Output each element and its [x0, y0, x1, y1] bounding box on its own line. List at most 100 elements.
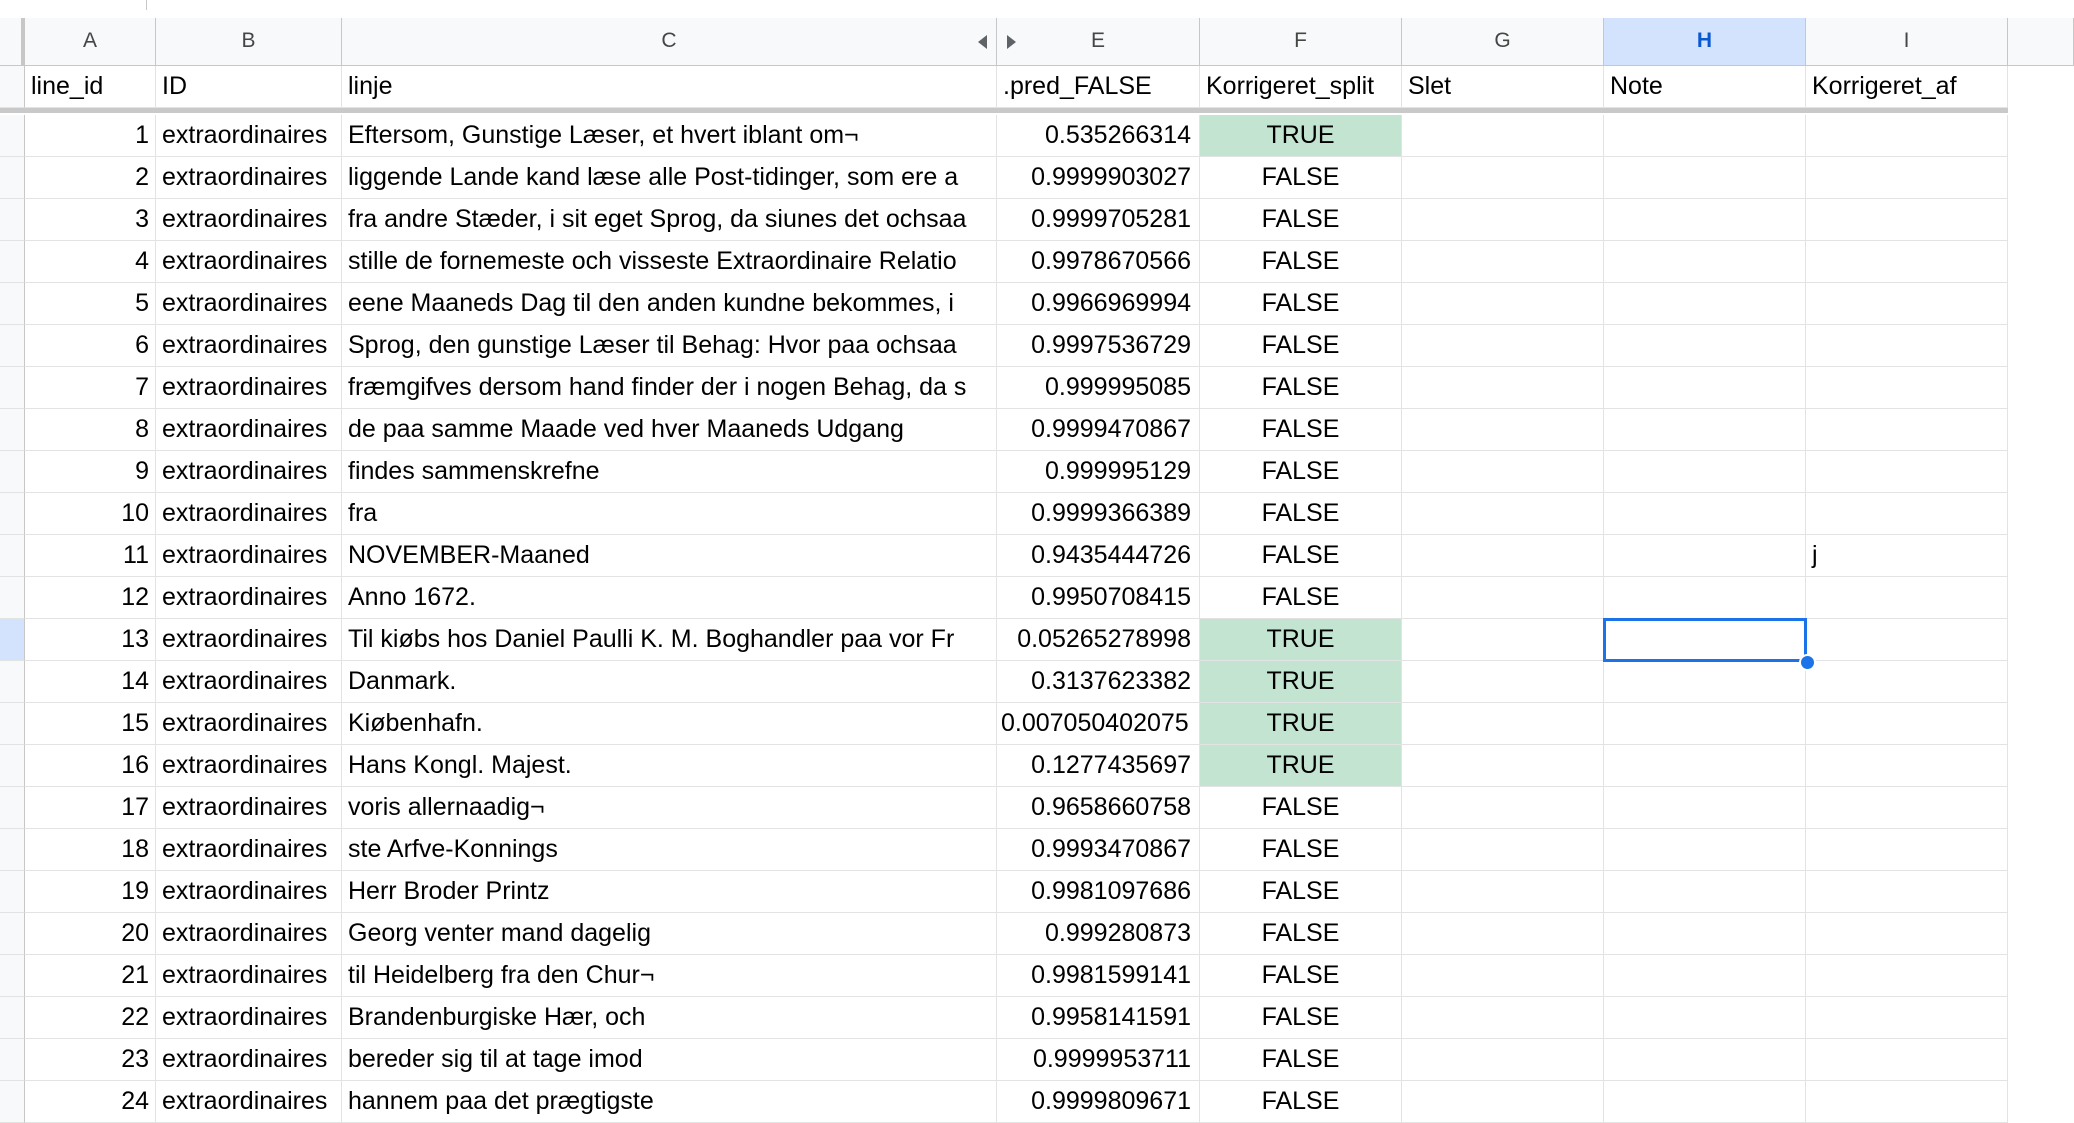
row-header[interactable] [0, 367, 25, 409]
table-cell-note[interactable] [1604, 451, 1806, 493]
table-cell-pred[interactable]: 0.9981599141 [997, 955, 1200, 997]
table-cell-id[interactable]: extraordinaires [156, 325, 342, 367]
table-cell-slet[interactable] [1402, 703, 1604, 745]
fill-handle[interactable] [1799, 654, 1816, 671]
table-cell-linje[interactable]: Danmark. [342, 661, 997, 703]
table-cell-line-id[interactable]: 8 [25, 409, 156, 451]
table-cell-slet[interactable] [1402, 1081, 1604, 1123]
table-cell-pred[interactable]: 0.9658660758 [997, 787, 1200, 829]
row-header[interactable] [0, 955, 25, 997]
table-cell-slet[interactable] [1402, 367, 1604, 409]
table-cell-line-id[interactable]: 17 [25, 787, 156, 829]
table-cell-line-id[interactable]: 7 [25, 367, 156, 409]
table-cell-id[interactable]: extraordinaires [156, 829, 342, 871]
table-cell-note[interactable] [1604, 955, 1806, 997]
table-cell-slet[interactable] [1402, 283, 1604, 325]
table-cell-linje[interactable]: Anno 1672. [342, 577, 997, 619]
column-header-e[interactable]: E [997, 18, 1200, 66]
table-cell-id[interactable]: extraordinaires [156, 955, 342, 997]
table-cell-slet[interactable] [1402, 241, 1604, 283]
table-cell-pred[interactable]: 0.999995085 [997, 367, 1200, 409]
table-cell-line-id[interactable]: 6 [25, 325, 156, 367]
row-header[interactable] [0, 493, 25, 535]
table-cell-split[interactable]: TRUE [1200, 115, 1402, 157]
table-cell-af[interactable] [1806, 199, 2008, 241]
column-label-i[interactable]: Korrigeret_af [1806, 66, 2008, 108]
table-cell-id[interactable]: extraordinaires [156, 1081, 342, 1123]
table-cell-line-id[interactable]: 9 [25, 451, 156, 493]
table-cell-line-id[interactable]: 20 [25, 913, 156, 955]
table-cell-linje[interactable]: findes sammenskrefne [342, 451, 997, 493]
table-cell-line-id[interactable]: 21 [25, 955, 156, 997]
table-cell-line-id[interactable]: 23 [25, 1039, 156, 1081]
table-cell-af[interactable] [1806, 913, 2008, 955]
table-cell-af[interactable] [1806, 787, 2008, 829]
table-cell-slet[interactable] [1402, 955, 1604, 997]
table-cell-note[interactable] [1604, 997, 1806, 1039]
table-cell-line-id[interactable]: 24 [25, 1081, 156, 1123]
table-cell-slet[interactable] [1402, 913, 1604, 955]
table-cell-split[interactable]: TRUE [1200, 619, 1402, 661]
table-cell-note[interactable] [1604, 913, 1806, 955]
column-label-a[interactable]: line_id [25, 66, 156, 108]
row-header-1[interactable] [0, 66, 25, 108]
table-cell-split[interactable]: FALSE [1200, 871, 1402, 913]
row-header[interactable] [0, 997, 25, 1039]
table-cell-pred[interactable]: 0.535266314 [997, 115, 1200, 157]
row-header[interactable] [0, 829, 25, 871]
row-header[interactable] [0, 787, 25, 829]
table-cell-pred[interactable]: 0.9981097686 [997, 871, 1200, 913]
table-cell-note[interactable] [1604, 241, 1806, 283]
table-cell-id[interactable]: extraordinaires [156, 367, 342, 409]
table-cell-split[interactable]: FALSE [1200, 913, 1402, 955]
table-cell-id[interactable]: extraordinaires [156, 871, 342, 913]
table-cell-id[interactable]: extraordinaires [156, 703, 342, 745]
column-label-g[interactable]: Slet [1402, 66, 1604, 108]
table-cell-line-id[interactable]: 12 [25, 577, 156, 619]
row-header[interactable] [0, 1081, 25, 1123]
table-cell-line-id[interactable]: 13 [25, 619, 156, 661]
table-cell-af[interactable] [1806, 997, 2008, 1039]
selected-cell-outline[interactable] [1603, 618, 1807, 662]
table-cell-note[interactable] [1604, 871, 1806, 913]
table-cell-af[interactable] [1806, 661, 2008, 703]
table-cell-id[interactable]: extraordinaires [156, 913, 342, 955]
column-label-f[interactable]: Korrigeret_split [1200, 66, 1402, 108]
table-cell-note[interactable] [1604, 367, 1806, 409]
table-cell-note[interactable] [1604, 745, 1806, 787]
table-cell-linje[interactable]: Eftersom, Gunstige Læser, et hvert iblan… [342, 115, 997, 157]
column-header-i[interactable]: I [1806, 18, 2008, 66]
table-cell-id[interactable]: extraordinaires [156, 199, 342, 241]
table-cell-pred[interactable]: 0.9966969994 [997, 283, 1200, 325]
table-cell-af[interactable] [1806, 745, 2008, 787]
table-cell-pred[interactable]: 0.9999809671 [997, 1081, 1200, 1123]
table-cell-pred[interactable]: 0.1277435697 [997, 745, 1200, 787]
column-header-c[interactable]: C [342, 18, 997, 66]
table-cell-linje[interactable]: ste Arfve-Konnings [342, 829, 997, 871]
table-cell-note[interactable] [1604, 1039, 1806, 1081]
table-cell-split[interactable]: FALSE [1200, 997, 1402, 1039]
table-cell-linje[interactable]: Kiøbenhafn. [342, 703, 997, 745]
table-cell-af[interactable] [1806, 241, 2008, 283]
table-cell-linje[interactable]: til Heidelberg fra den Chur¬ [342, 955, 997, 997]
table-cell-line-id[interactable]: 14 [25, 661, 156, 703]
table-cell-linje[interactable]: hannem paa det prægtigste [342, 1081, 997, 1123]
table-cell-pred[interactable]: 0.9999903027 [997, 157, 1200, 199]
column-label-b[interactable]: ID [156, 66, 342, 108]
table-cell-split[interactable]: FALSE [1200, 493, 1402, 535]
table-cell-linje[interactable]: fra andre Stæder, i sit eget Sprog, da s… [342, 199, 997, 241]
column-header-h[interactable]: H [1604, 18, 1806, 66]
table-cell-slet[interactable] [1402, 619, 1604, 661]
table-cell-slet[interactable] [1402, 493, 1604, 535]
table-cell-id[interactable]: extraordinaires [156, 409, 342, 451]
table-cell-id[interactable]: extraordinaires [156, 997, 342, 1039]
table-cell-note[interactable] [1604, 1081, 1806, 1123]
table-cell-line-id[interactable]: 15 [25, 703, 156, 745]
table-cell-id[interactable]: extraordinaires [156, 493, 342, 535]
table-cell-linje[interactable]: bereder sig til at tage imod [342, 1039, 997, 1081]
table-cell-note[interactable] [1604, 283, 1806, 325]
table-cell-id[interactable]: extraordinaires [156, 787, 342, 829]
triangle-left-icon[interactable] [978, 35, 987, 49]
row-header[interactable] [0, 871, 25, 913]
table-cell-pred[interactable]: 0.999280873 [997, 913, 1200, 955]
